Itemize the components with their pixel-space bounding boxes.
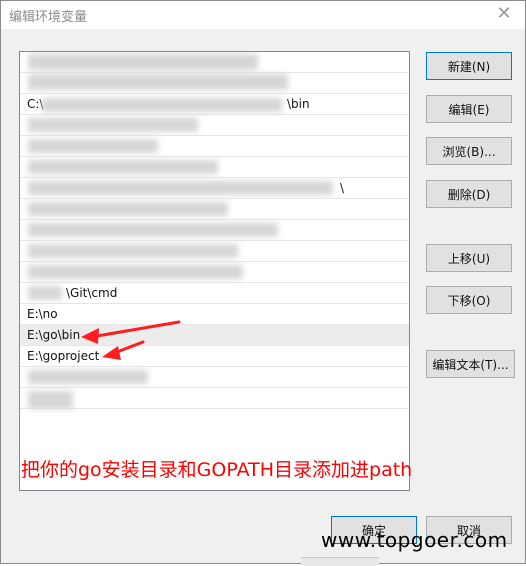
cutoff-bar [301, 557, 379, 566]
red-arrow-icon [81, 320, 181, 344]
red-arrow-icons [81, 320, 181, 360]
red-arrow-icon [102, 340, 145, 360]
watermark: www.topgoer.com [321, 528, 508, 552]
edit-env-var-dialog: 编辑环境变量 ✕ C:\ \bin \ \Git\cmd E:\no E:\go… [0, 0, 526, 566]
